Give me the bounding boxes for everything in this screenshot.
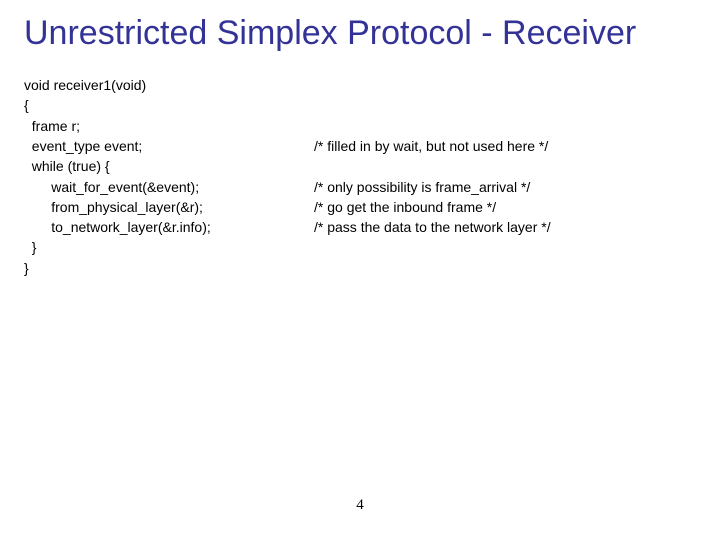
code-line: wait_for_event(&event); /* only possibil… <box>24 177 696 197</box>
code-text: { <box>24 95 314 115</box>
code-line: to_network_layer(&r.info); /* pass the d… <box>24 217 696 237</box>
code-line: while (true) { <box>24 156 696 176</box>
code-text: to_network_layer(&r.info); <box>24 217 314 237</box>
code-block: void receiver1(void) { frame r; event_ty… <box>24 75 696 278</box>
code-comment: /* only possibility is frame_arrival */ <box>314 177 696 197</box>
code-line: void receiver1(void) <box>24 75 696 95</box>
code-line: { <box>24 95 696 115</box>
code-text: } <box>24 237 314 257</box>
slide-title: Unrestricted Simplex Protocol - Receiver <box>24 14 696 53</box>
slide: Unrestricted Simplex Protocol - Receiver… <box>0 0 720 540</box>
code-text: wait_for_event(&event); <box>24 177 314 197</box>
code-comment: /* filled in by wait, but not used here … <box>314 136 696 156</box>
page-number: 4 <box>0 497 720 514</box>
code-comment <box>314 156 696 176</box>
code-text: while (true) { <box>24 156 314 176</box>
code-text: event_type event; <box>24 136 314 156</box>
code-text: frame r; <box>24 116 314 136</box>
code-comment <box>314 116 696 136</box>
code-line: } <box>24 258 696 278</box>
code-text: from_physical_layer(&r); <box>24 197 314 217</box>
code-comment <box>314 258 696 278</box>
code-comment: /* go get the inbound frame */ <box>314 197 696 217</box>
code-line: from_physical_layer(&r); /* go get the i… <box>24 197 696 217</box>
code-text: void receiver1(void) <box>24 75 314 95</box>
code-line: frame r; <box>24 116 696 136</box>
code-comment <box>314 95 696 115</box>
code-comment <box>314 237 696 257</box>
code-line: event_type event; /* filled in by wait, … <box>24 136 696 156</box>
code-comment <box>314 75 696 95</box>
code-line: } <box>24 237 696 257</box>
code-text: } <box>24 258 314 278</box>
code-comment: /* pass the data to the network layer */ <box>314 217 696 237</box>
